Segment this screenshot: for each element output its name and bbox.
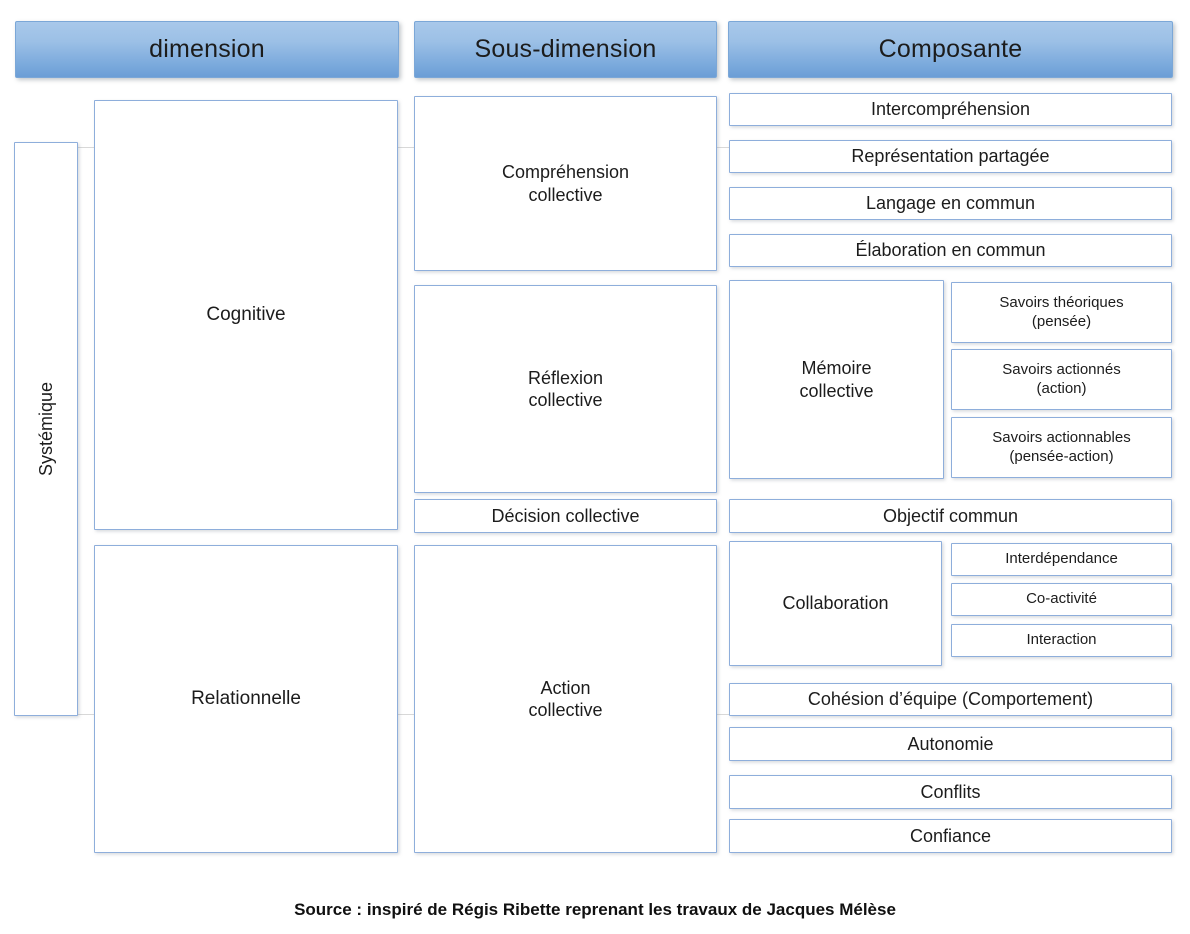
composante-savoirs-theoriques-label: Savoirs théoriques (pensée)	[999, 293, 1124, 330]
composante-savoirs-actionnes-label: Savoirs actionnés (action)	[1002, 360, 1121, 397]
composante-interdependance-label: Interdépendance	[1005, 550, 1118, 568]
diagram-canvas: dimension Sous-dimension Composante Syst…	[0, 0, 1190, 934]
composante-savoirs-actionnables-label: Savoirs actionnables (pensée-action)	[992, 428, 1131, 465]
composante-intercomprehension-label: Intercompréhension	[870, 99, 1031, 120]
composante-langage-en-commun: Langage en commun	[729, 187, 1172, 220]
composante-autonomie-label: Autonomie	[907, 733, 994, 754]
composante-conflits-label: Conflits	[920, 781, 981, 802]
composante-interdependance: Interdépendance	[951, 543, 1172, 576]
dimension-cognitive-label: Cognitive	[206, 304, 286, 326]
composante-cohesion-equipe: Cohésion d’équipe (Comportement)	[729, 683, 1172, 716]
composante-memoire-collective: Mémoire collective	[729, 280, 944, 479]
composante-autonomie: Autonomie	[729, 727, 1172, 761]
composante-intercomprehension: Intercompréhension	[729, 93, 1172, 126]
column-header-dimension: dimension	[15, 21, 399, 78]
composante-savoirs-actionnables: Savoirs actionnables (pensée-action)	[951, 417, 1172, 478]
composante-confiance: Confiance	[729, 819, 1172, 853]
sous-dimension-reflexion-collective: Réflexion collective	[414, 285, 717, 493]
composante-interaction: Interaction	[951, 624, 1172, 657]
sous-dimension-decision-collective-label: Décision collective	[491, 505, 640, 526]
column-header-dimension-label: dimension	[149, 35, 265, 63]
sous-dimension-comprehension-collective: Compréhension collective	[414, 96, 717, 271]
composante-co-activite-label: Co-activité	[1026, 590, 1097, 608]
sous-dimension-action-collective: Action collective	[414, 545, 717, 853]
composante-elaboration-en-commun: Élaboration en commun	[729, 234, 1172, 267]
column-header-composante-label: Composante	[878, 35, 1023, 63]
composante-savoirs-theoriques: Savoirs théoriques (pensée)	[951, 282, 1172, 343]
composante-collaboration-label: Collaboration	[782, 593, 889, 614]
composante-elaboration-en-commun-label: Élaboration en commun	[855, 240, 1046, 261]
composante-confiance-label: Confiance	[909, 825, 992, 846]
systemique-spine: Systémique	[14, 142, 78, 716]
sous-dimension-comprehension-collective-label: Compréhension collective	[501, 162, 630, 205]
composante-co-activite: Co-activité	[951, 583, 1172, 616]
sous-dimension-decision-collective: Décision collective	[414, 499, 717, 533]
composante-cohesion-equipe-label: Cohésion d’équipe (Comportement)	[807, 689, 1094, 710]
composante-savoirs-actionnes: Savoirs actionnés (action)	[951, 349, 1172, 410]
composante-conflits: Conflits	[729, 775, 1172, 809]
composante-objectif-commun: Objectif commun	[729, 499, 1172, 533]
systemique-label: Systémique	[35, 381, 56, 477]
composante-representation-partagee: Représentation partagée	[729, 140, 1172, 173]
dimension-relationnelle-label: Relationnelle	[191, 688, 301, 710]
source-caption-text: Source : inspiré de Régis Ribette repren…	[294, 900, 896, 919]
composante-representation-partagee-label: Représentation partagée	[851, 146, 1050, 167]
composante-interaction-label: Interaction	[1026, 631, 1097, 649]
dimension-relationnelle: Relationnelle	[94, 545, 398, 853]
column-header-sous-dimension: Sous-dimension	[414, 21, 717, 78]
column-header-sous-dimension-label: Sous-dimension	[474, 35, 657, 63]
sous-dimension-reflexion-collective-label: Réflexion collective	[527, 367, 604, 411]
composante-collaboration: Collaboration	[729, 541, 942, 666]
composante-memoire-collective-label: Mémoire collective	[799, 358, 874, 401]
composante-langage-en-commun-label: Langage en commun	[865, 193, 1036, 214]
source-caption: Source : inspiré de Régis Ribette repren…	[0, 900, 1190, 920]
column-header-composante: Composante	[728, 21, 1173, 78]
dimension-cognitive: Cognitive	[94, 100, 398, 530]
composante-objectif-commun-label: Objectif commun	[882, 505, 1019, 526]
sous-dimension-action-collective-label: Action collective	[528, 677, 603, 721]
